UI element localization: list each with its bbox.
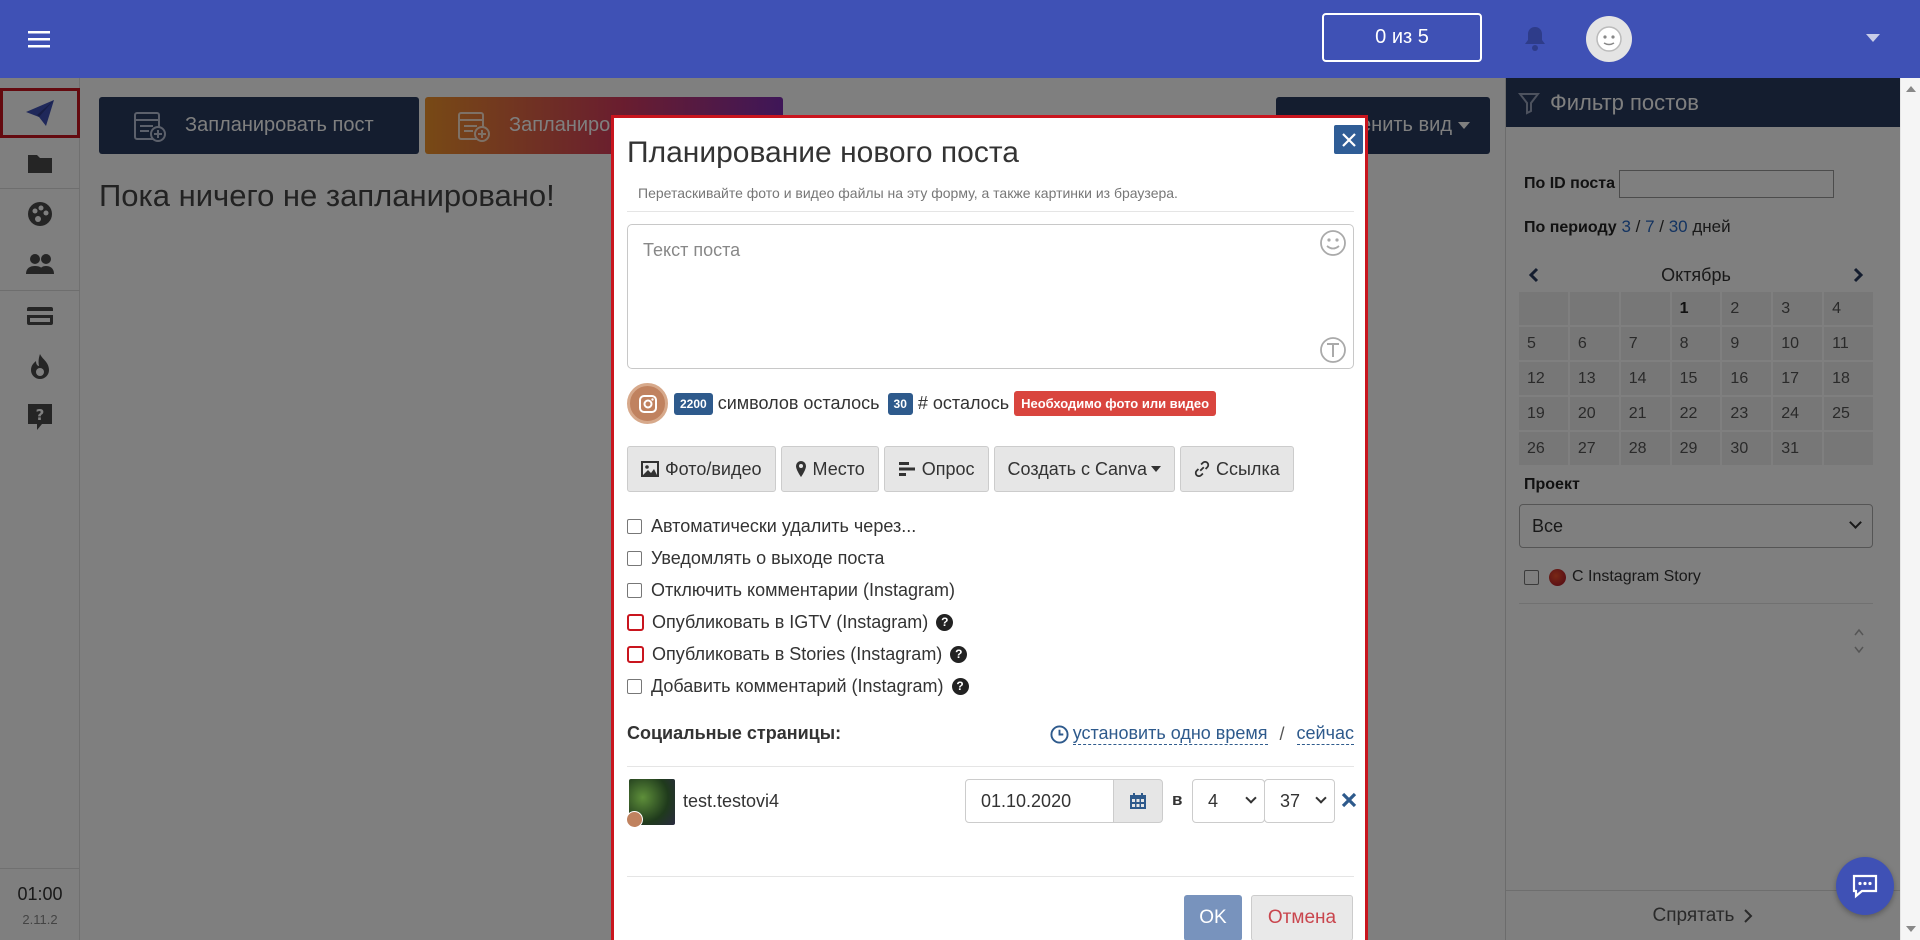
chat-icon [1852, 874, 1878, 899]
option-label: Опубликовать в Stories (Instagram) [652, 643, 943, 664]
scroll-down-icon[interactable] [1906, 926, 1916, 932]
link-button[interactable]: Ссылка [1180, 446, 1294, 492]
account-row: test.testovi4 01.10.2020 в 4 37 [626, 779, 1357, 828]
close-button[interactable] [1333, 124, 1364, 155]
tags-badge: 30 [887, 392, 913, 415]
social-pages-label: Социальные страницы: [627, 723, 842, 743]
top-bar: 0 из 5 [0, 0, 1920, 78]
chars-label: символов осталось [717, 393, 880, 413]
poll-button[interactable]: Опрос [883, 446, 989, 492]
question-circle-icon[interactable]: ? [950, 645, 968, 663]
post-counter-button[interactable]: 0 из 5 [1322, 13, 1482, 62]
poll-icon [898, 461, 916, 477]
option-label: Уведомлять о выходе поста [651, 547, 885, 568]
chevron-down-icon [1315, 792, 1327, 804]
remove-account-icon[interactable] [1340, 791, 1358, 809]
checkbox[interactable] [627, 518, 642, 534]
post-text-area[interactable]: Текст поста [627, 224, 1354, 369]
date-input[interactable]: 01.10.2020 [965, 779, 1114, 823]
clock-icon [1050, 724, 1069, 744]
tags-label: # осталось [917, 393, 1010, 413]
scroll-up-icon[interactable] [1906, 86, 1916, 92]
image-icon [641, 461, 659, 477]
checkbox[interactable] [627, 645, 644, 663]
close-icon [1341, 132, 1356, 147]
option-checkbox-row[interactable]: Опубликовать в Stories (Instagram)? [627, 638, 969, 670]
ok-button[interactable]: OK [1184, 895, 1242, 940]
hour-select[interactable]: 4 [1192, 779, 1265, 823]
set-one-time-link[interactable]: установить одно время [1072, 723, 1268, 745]
social-pages-row: Социальные страницы: установить одно вре… [627, 723, 1354, 745]
bell-icon[interactable] [1522, 25, 1548, 53]
drop-hint: Перетаскивайте фото и видео файлы на эту… [638, 185, 1178, 201]
option-checkbox-row[interactable]: Отключить комментарии (Instagram) [627, 574, 969, 606]
option-checkbox-row[interactable]: Добавить комментарий (Instagram)? [627, 670, 969, 702]
avatar[interactable] [1586, 16, 1632, 62]
text-format-icon[interactable] [1319, 336, 1347, 364]
calendar-icon [1130, 793, 1146, 809]
question-circle-icon[interactable]: ? [936, 613, 954, 631]
checkbox[interactable] [627, 550, 642, 566]
option-checkbox-row[interactable]: Уведомлять о выходе поста [627, 542, 969, 574]
new-post-modal: Планирование нового поста Перетаскивайте… [611, 115, 1368, 940]
map-marker-icon [795, 460, 807, 478]
photo-video-button[interactable]: Фото/видео [627, 446, 776, 492]
at-label: в [1172, 790, 1183, 809]
now-link[interactable]: сейчас [1296, 723, 1354, 745]
smiley-icon[interactable] [1319, 229, 1347, 257]
checkbox[interactable] [627, 582, 642, 598]
account-avatar [626, 779, 675, 828]
option-label: Автоматически удалить через... [651, 515, 917, 536]
option-label: Отключить комментарии (Instagram) [651, 579, 955, 600]
instagram-badge-icon [626, 811, 643, 828]
post-text-placeholder: Текст поста [643, 240, 741, 260]
option-checkbox-row[interactable]: Опубликовать в IGTV (Instagram)? [627, 606, 969, 638]
checkbox[interactable] [627, 678, 642, 694]
option-label: Добавить комментарий (Instagram) [651, 675, 944, 696]
location-button[interactable]: Место [780, 446, 879, 492]
caret-down-icon [1151, 466, 1161, 472]
account-name: test.testovi4 [683, 791, 780, 811]
media-required-badge: Необходимо фото или видео [1014, 391, 1217, 416]
instagram-icon [627, 383, 668, 424]
post-toolbar: Фото/видео Место Опрос Создать с Canva С… [627, 446, 1299, 492]
canva-button[interactable]: Создать с Canva [993, 446, 1175, 492]
link-icon [1194, 461, 1210, 477]
chevron-down-icon[interactable] [1866, 34, 1880, 42]
page-scrollbar[interactable] [1900, 78, 1920, 940]
chevron-down-icon [1245, 792, 1257, 804]
checkbox[interactable] [627, 613, 644, 631]
question-circle-icon[interactable]: ? [951, 677, 969, 695]
cancel-button[interactable]: Отмена [1251, 895, 1353, 940]
calendar-button[interactable] [1113, 779, 1163, 823]
menu-icon[interactable] [0, 0, 80, 78]
chat-button[interactable] [1836, 857, 1894, 915]
post-options: Автоматически удалить через... Уведомлять… [627, 510, 969, 702]
modal-title: Планирование нового поста [627, 136, 1019, 169]
chars-badge: 2200 [674, 392, 713, 415]
post-limits: 2200 символов осталось 30 # осталось Нео… [627, 383, 1217, 424]
option-label: Опубликовать в IGTV (Instagram) [652, 611, 929, 632]
option-checkbox-row[interactable]: Автоматически удалить через... [627, 510, 969, 542]
minute-select[interactable]: 37 [1264, 779, 1335, 823]
